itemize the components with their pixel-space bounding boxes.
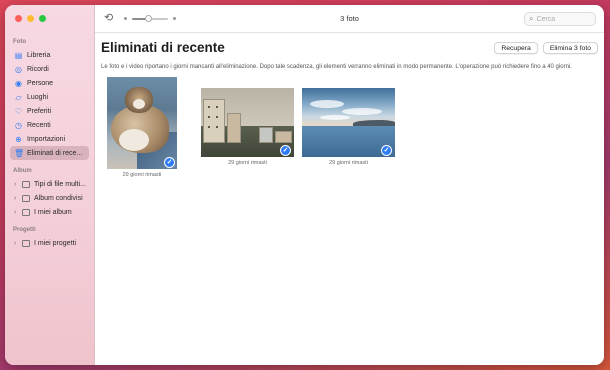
search-field[interactable]: ⌕ <box>524 12 596 26</box>
sidebar-item-label: Album condivisi <box>34 194 83 202</box>
photo-caption: 29 giorni rimasti <box>228 160 267 166</box>
photo-thumbnail-cat[interactable] <box>107 77 177 169</box>
header-actions: Recupera Elimina 3 foto <box>494 42 598 54</box>
chevron-right-icon[interactable]: › <box>14 181 20 188</box>
sidebar-item-label: Luoghi <box>27 93 49 101</box>
sidebar-item-label: Libreria <box>27 51 51 59</box>
page-description: Le foto e i video riportano i giorni man… <box>101 64 572 70</box>
photo-item[interactable]: ✓ 29 giorni rimasti <box>201 77 294 187</box>
sidebar-item-tipi-di-file[interactable]: › Tipi di file multi... <box>10 177 89 191</box>
sidebar-item-label: Recenti <box>27 121 51 129</box>
sidebar-item-label: Persone <box>27 79 54 87</box>
sidebar-item-ricordi[interactable]: ◎ Ricordi <box>10 62 89 76</box>
sidebar-section-album: Album <box>13 168 32 174</box>
sidebar-item-i-miei-album[interactable]: › I miei album <box>10 205 89 219</box>
sidebar-item-libreria[interactable]: ▤ Libreria <box>10 48 89 62</box>
sidebar-item-label: Ricordi <box>27 65 49 73</box>
sidebar-item-label: I miei progetti <box>34 239 77 247</box>
photo-caption: 29 giorni rimasti <box>122 172 162 178</box>
delete-all-button[interactable]: Elimina 3 foto <box>542 42 598 54</box>
sidebar-item-album-condivisi[interactable]: › Album condivisi <box>10 191 89 205</box>
people-icon: ◉ <box>15 78 22 88</box>
chevron-right-icon[interactable]: › <box>14 195 20 202</box>
photos-window: Foto ▤ Libreria ◎ Ricordi ◉ Persone ▱ Lu… <box>5 5 604 365</box>
chevron-right-icon[interactable]: › <box>14 240 20 247</box>
sidebar-item-label: I miei album <box>34 208 72 216</box>
folder-icon <box>22 180 30 188</box>
sidebar-item-importazioni[interactable]: ⊕ Importazioni <box>10 132 89 146</box>
photo-item[interactable]: ✓ 29 giorni rimasti <box>302 77 395 187</box>
search-input[interactable] <box>536 15 587 23</box>
selected-check-icon[interactable]: ✓ <box>381 145 392 156</box>
sidebar-item-eliminati-di-recente[interactable]: 🗑 Eliminati di rece... <box>10 146 89 160</box>
photo-caption: 29 giorni rimasti <box>329 160 368 166</box>
selected-check-icon[interactable]: ✓ <box>280 145 291 156</box>
search-icon: ⌕ <box>529 14 534 23</box>
heart-icon: ♡ <box>14 106 23 116</box>
sidebar-item-i-miei-progetti[interactable]: › I miei progetti <box>10 236 89 250</box>
sidebar-item-recenti[interactable]: ◷ Recenti <box>10 118 89 132</box>
sidebar-section-progetti: Progetti <box>13 227 36 233</box>
minimize-window-button[interactable] <box>27 15 34 22</box>
recover-button[interactable]: Recupera <box>494 42 538 54</box>
photo-grid: ✓ 29 giorni rimasti ✓ 29 giorni rimasti … <box>95 77 604 187</box>
zoom-window-button[interactable] <box>39 15 46 22</box>
sidebar-item-label: Importazioni <box>27 135 66 143</box>
import-icon: ⊕ <box>15 134 22 144</box>
folder-icon <box>22 194 30 202</box>
sidebar-section-foto: Foto <box>13 39 26 45</box>
sidebar-item-label: Preferiti <box>27 107 52 115</box>
memories-icon: ◎ <box>15 64 22 74</box>
folder-icon <box>22 208 30 216</box>
window-controls <box>15 15 46 22</box>
sidebar: Foto ▤ Libreria ◎ Ricordi ◉ Persone ▱ Lu… <box>5 5 95 365</box>
sidebar-item-luoghi[interactable]: ▱ Luoghi <box>10 90 89 104</box>
toolbar: ⟲ 3 foto ⌕ <box>95 5 604 33</box>
sidebar-item-preferiti[interactable]: ♡ Preferiti <box>10 104 89 118</box>
page-header: Eliminati di recente Recupera Elimina 3 … <box>101 40 598 55</box>
chevron-right-icon[interactable]: › <box>14 209 20 216</box>
sidebar-item-label: Eliminati di rece... <box>27 149 83 157</box>
clock-icon: ◷ <box>15 120 22 130</box>
library-icon: ▤ <box>14 50 23 60</box>
sidebar-item-label: Tipi di file multi... <box>34 180 86 188</box>
close-window-button[interactable] <box>15 15 22 22</box>
trash-icon: 🗑 <box>14 148 25 158</box>
sidebar-item-persone[interactable]: ◉ Persone <box>10 76 89 90</box>
places-icon: ▱ <box>15 92 22 102</box>
photo-item[interactable]: ✓ 29 giorni rimasti <box>107 77 177 187</box>
selected-check-icon[interactable]: ✓ <box>164 157 175 168</box>
folder-icon <box>22 239 30 247</box>
main-content: ⟲ 3 foto ⌕ Eliminati di recente Recupera… <box>95 5 604 365</box>
